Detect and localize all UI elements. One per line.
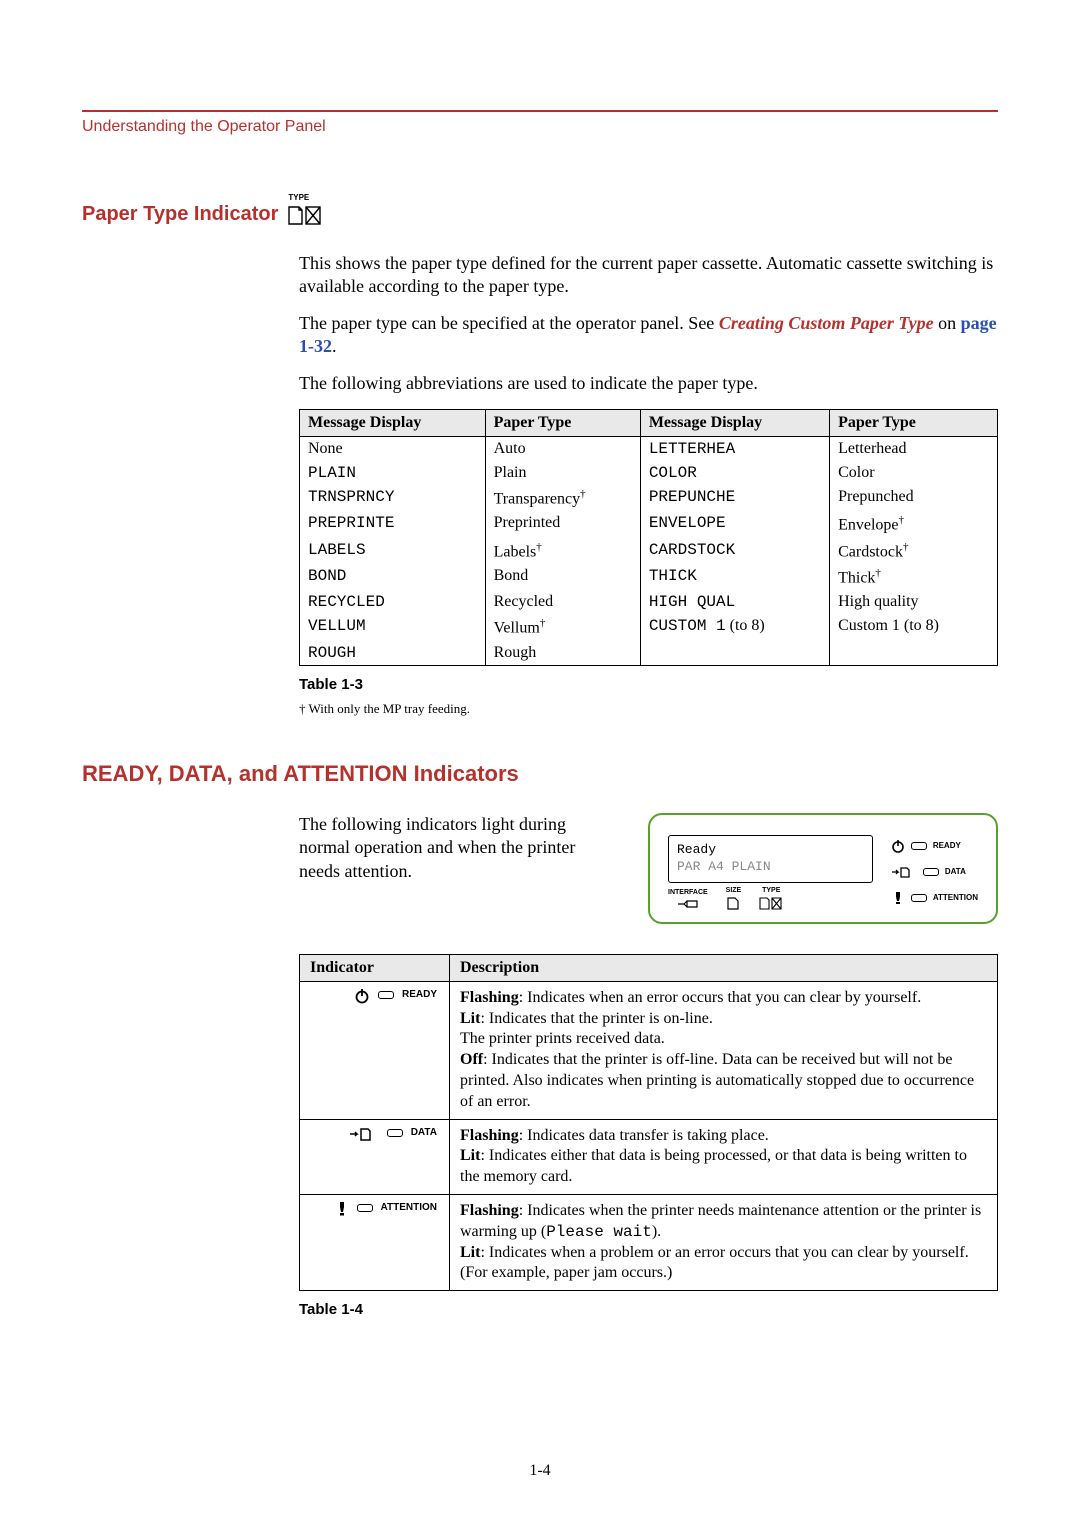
table-row: LABELSLabels†CARDSTOCKCardstock† xyxy=(300,538,998,564)
para-spec: The paper type can be specified at the o… xyxy=(299,312,998,358)
table-row: VELLUMVellum†CUSTOM 1 (to 8)Custom 1 (to… xyxy=(300,614,998,640)
operator-panel-illustration: Ready PAR A4 PLAIN INTERFACE SIZE TYPE xyxy=(648,813,998,924)
led-slot xyxy=(387,1129,403,1137)
table-header: Description xyxy=(450,954,998,981)
table-row: BONDBondTHICKThick† xyxy=(300,564,998,590)
table-row: ROUGHRough xyxy=(300,641,998,666)
indicator-cell: READY xyxy=(310,988,439,1008)
table-header: Paper Type xyxy=(830,410,998,437)
table-row: PREPRINTEPreprintedENVELOPEEnvelope† xyxy=(300,511,998,537)
table-header: Indicator xyxy=(300,954,450,981)
table2-caption: Table 1-4 xyxy=(299,1301,998,1318)
table-header: Paper Type xyxy=(485,410,640,437)
table-row: TRNSPRNCYTransparency†PREPUNCHEPrepunche… xyxy=(300,485,998,511)
table-header: Message Display xyxy=(300,410,486,437)
led-data: DATA xyxy=(891,865,978,879)
header-rule xyxy=(82,110,998,112)
indicator-cell: ATTENTION xyxy=(310,1201,439,1221)
indicator-label: DATA xyxy=(411,1126,437,1139)
section-title-text: Paper Type Indicator xyxy=(82,203,278,226)
data-flow-icon xyxy=(891,865,917,879)
power-icon xyxy=(891,839,905,853)
type-icon: TYPE xyxy=(759,887,783,910)
indicator-label: READY xyxy=(402,988,437,1001)
size-icon: SIZE xyxy=(726,887,742,910)
table-indicators: IndicatorDescription READYFlashing: Indi… xyxy=(299,954,998,1291)
table-paper-types: Message DisplayPaper TypeMessage Display… xyxy=(299,409,998,666)
section-ready-data-attention: READY, DATA, and ATTENTION Indicators xyxy=(82,761,998,787)
section-paper-type-indicator: Paper Type Indicator TYPE xyxy=(82,194,998,226)
table1-footnote: † With only the MP tray feeding. xyxy=(299,701,998,717)
ready-icon xyxy=(354,988,370,1008)
indicator-label: ATTENTION xyxy=(381,1201,437,1214)
indicator-cell: DATA xyxy=(310,1126,439,1146)
lcd-display: Ready PAR A4 PLAIN xyxy=(668,835,873,883)
table-row: READYFlashing: Indicates when an error o… xyxy=(300,981,998,1119)
page-number: 1-4 xyxy=(0,1462,1080,1480)
para-intro: This shows the paper type defined for th… xyxy=(299,252,998,298)
led-attention: ATTENTION xyxy=(891,891,978,905)
table-row: RECYCLEDRecycledHIGH QUALHigh quality xyxy=(300,590,998,614)
table-row: DATAFlashing: Indicates data transfer is… xyxy=(300,1119,998,1194)
para-indicators: The following indicators light during no… xyxy=(299,813,620,883)
led-slot xyxy=(357,1204,373,1212)
data-icon xyxy=(349,1126,379,1146)
breadcrumb: Understanding the Operator Panel xyxy=(82,118,998,136)
table-row: ATTENTIONFlashing: Indicates when the pr… xyxy=(300,1194,998,1290)
interface-icon: INTERFACE xyxy=(668,889,708,910)
table-header: Message Display xyxy=(640,410,829,437)
type-indicator-icon: TYPE xyxy=(288,194,322,226)
table-row: PLAINPlainCOLORColor xyxy=(300,461,998,485)
attention-icon xyxy=(891,891,905,905)
link-custom-paper-type[interactable]: Creating Custom Paper Type xyxy=(719,313,934,333)
attention-icon xyxy=(335,1201,349,1221)
led-ready: READY xyxy=(891,839,978,853)
para-abbrev: The following abbreviations are used to … xyxy=(299,372,998,395)
led-slot xyxy=(378,991,394,999)
table1-caption: Table 1-3 xyxy=(299,676,998,693)
table-row: NoneAutoLETTERHEALetterhead xyxy=(300,437,998,462)
